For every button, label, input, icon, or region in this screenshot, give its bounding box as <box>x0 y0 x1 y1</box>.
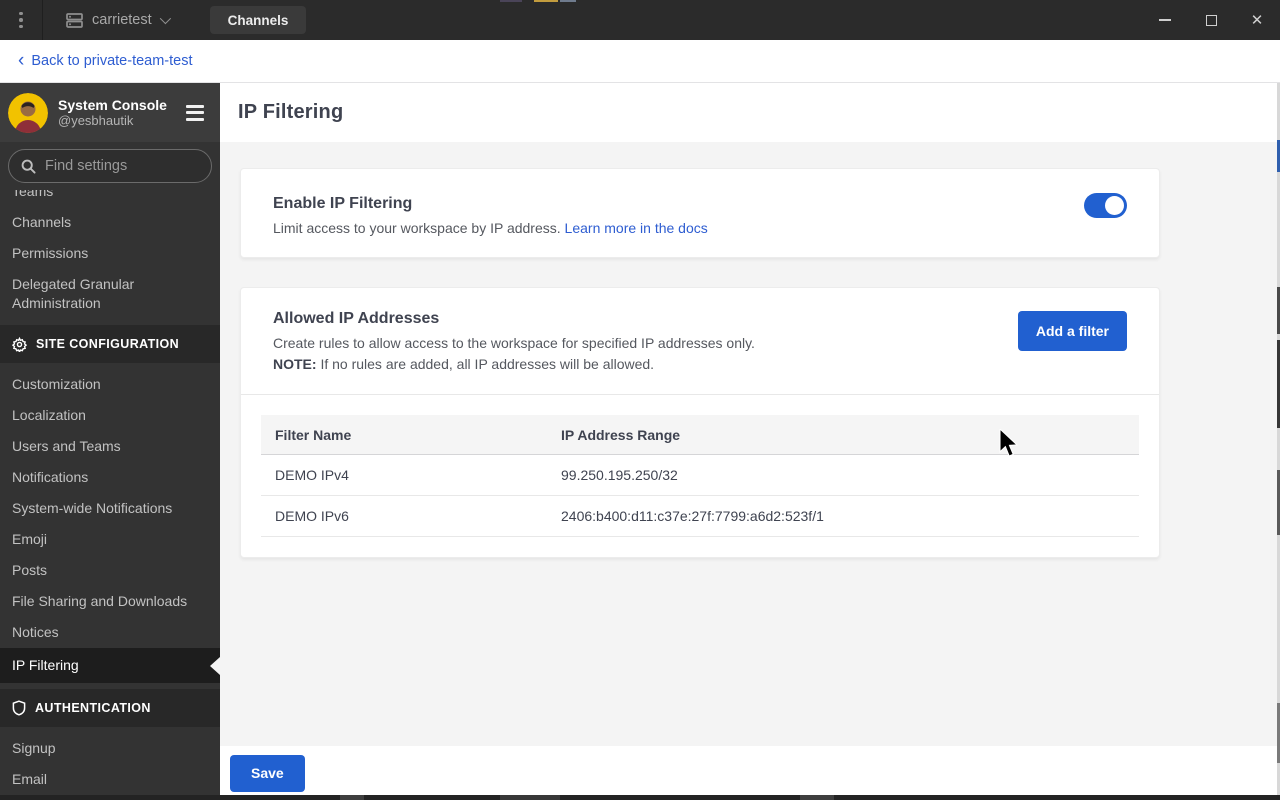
ip-filters-table: Filter Name IP Address Range DEMO IPv4 9… <box>261 415 1139 537</box>
avatar[interactable] <box>8 92 48 133</box>
gear-icon <box>12 336 27 352</box>
sidebar-item-channels[interactable]: Channels <box>0 207 220 238</box>
window-titlebar: carrietest Channels ✕ <box>0 0 1280 40</box>
toggle-knob <box>1105 196 1124 215</box>
column-header-ip-address-range: IP Address Range <box>561 426 681 443</box>
search-input[interactable] <box>45 158 199 174</box>
system-console-sidebar: System Console @yesbhautik Teams Channel… <box>0 83 220 800</box>
filter-name-cell: DEMO IPv4 <box>275 467 349 483</box>
sidebar-item-email[interactable]: Email <box>0 764 220 795</box>
sidebar-item-notices[interactable]: Notices <box>0 617 220 648</box>
sidebar-item-label: IP Filtering <box>12 657 79 673</box>
back-navigation-bar: ‹ Back to private-team-test <box>0 40 1280 83</box>
section-label: SITE CONFIGURATION <box>36 337 180 351</box>
sidebar-item-posts[interactable]: Posts <box>0 555 220 586</box>
sidebar-search <box>0 142 220 190</box>
table-header-row: Filter Name IP Address Range <box>261 415 1139 455</box>
sidebar-item-permissions[interactable]: Permissions <box>0 238 220 269</box>
chevron-left-icon: ‹ <box>18 49 25 71</box>
sidebar-item-emoji[interactable]: Emoji <box>0 524 220 555</box>
close-icon: ✕ <box>1250 11 1264 29</box>
sidebar-item-notifications[interactable]: Notifications <box>0 462 220 493</box>
console-username: @yesbhautik <box>58 113 134 128</box>
minimize-button[interactable] <box>1142 0 1188 40</box>
allowed-card-title: Allowed IP Addresses <box>273 310 440 327</box>
page-title: IP Filtering <box>238 101 344 123</box>
sidebar-item-ip-filtering[interactable]: IP Filtering <box>0 648 220 683</box>
workspace-name: carrietest <box>92 12 152 28</box>
allowed-card-description: Create rules to allow access to the work… <box>273 335 755 351</box>
sidebar-item-file-sharing-and-downloads[interactable]: File Sharing and Downloads <box>0 586 220 617</box>
filter-name-cell: DEMO IPv6 <box>275 508 349 524</box>
section-label: AUTHENTICATION <box>35 701 151 715</box>
enable-ip-filtering-card: Enable IP Filtering Limit access to your… <box>240 168 1160 258</box>
chevron-down-icon <box>159 12 171 25</box>
maximize-button[interactable] <box>1188 0 1234 40</box>
sidebar-item-signup[interactable]: Signup <box>0 733 220 764</box>
workspace-switcher[interactable]: carrietest <box>43 0 184 40</box>
learn-more-link[interactable]: Learn more in the docs <box>565 220 708 236</box>
background-tab-sliver <box>560 0 576 2</box>
sidebar-nav: Teams Channels Permissions Delegated Gra… <box>0 176 220 800</box>
save-button[interactable]: Save <box>230 754 305 792</box>
minimize-icon <box>1159 19 1171 21</box>
save-bar: Save <box>220 746 1280 800</box>
background-tab-sliver <box>500 0 522 2</box>
page-content: Enable IP Filtering Limit access to your… <box>220 142 1280 746</box>
selected-item-arrow <box>210 656 220 675</box>
enable-card-description: Limit access to your workspace by IP add… <box>273 220 561 236</box>
back-link-label: Back to private-team-test <box>31 53 193 69</box>
back-to-team-link[interactable]: ‹ Back to private-team-test <box>18 49 193 71</box>
page-header: IP Filtering <box>220 83 1280 142</box>
allowed-ip-addresses-card: Allowed IP Addresses Create rules to all… <box>240 287 1160 558</box>
note-text: If no rules are added, all IP addresses … <box>316 356 655 372</box>
table-row[interactable]: DEMO IPv4 99.250.195.250/32 <box>261 455 1139 496</box>
app-menu-kebab-icon[interactable] <box>0 0 42 40</box>
sidebar-section-authentication[interactable]: AUTHENTICATION <box>0 689 220 727</box>
search-icon <box>21 159 36 174</box>
main-panel: IP Filtering Enable IP Filtering Limit a… <box>220 83 1280 800</box>
add-filter-button[interactable]: Add a filter <box>1017 311 1127 351</box>
sidebar-item-customization[interactable]: Customization <box>0 369 220 400</box>
sidebar-item-localization[interactable]: Localization <box>0 400 220 431</box>
shield-icon <box>12 700 26 716</box>
sidebar-item-users-and-teams[interactable]: Users and Teams <box>0 431 220 462</box>
ip-range-cell: 99.250.195.250/32 <box>561 467 678 483</box>
app-window: carrietest Channels ✕ ‹ Back to private-… <box>0 0 1280 800</box>
sidebar-header: System Console @yesbhautik <box>0 83 220 142</box>
sidebar-item-password[interactable]: Password <box>0 795 220 800</box>
note-label: NOTE: <box>273 356 317 372</box>
server-icon <box>66 12 83 28</box>
column-header-filter-name: Filter Name <box>275 426 352 443</box>
close-button[interactable]: ✕ <box>1234 0 1280 40</box>
enable-card-title: Enable IP Filtering <box>273 195 413 212</box>
background-tab-sliver <box>534 0 558 2</box>
allowed-card-header: Allowed IP Addresses Create rules to all… <box>241 288 1159 395</box>
maximize-icon <box>1205 14 1217 26</box>
ip-range-cell: 2406:b400:d11:c37e:27f:7799:a6d2:523f/1 <box>561 508 824 524</box>
sidebar-section-site-configuration[interactable]: SITE CONFIGURATION <box>0 325 220 363</box>
tab-channels[interactable]: Channels <box>209 6 307 34</box>
console-title: System Console <box>58 97 167 113</box>
table-row[interactable]: DEMO IPv6 2406:b400:d11:c37e:27f:7799:a6… <box>261 496 1139 537</box>
sidebar-item-system-wide-notifications[interactable]: System-wide Notifications <box>0 493 220 524</box>
enable-ip-filtering-toggle[interactable] <box>1084 193 1127 218</box>
sidebar-item-delegated-granular-administration[interactable]: Delegated Granular Administration <box>0 269 220 319</box>
menu-icon[interactable] <box>180 99 210 127</box>
